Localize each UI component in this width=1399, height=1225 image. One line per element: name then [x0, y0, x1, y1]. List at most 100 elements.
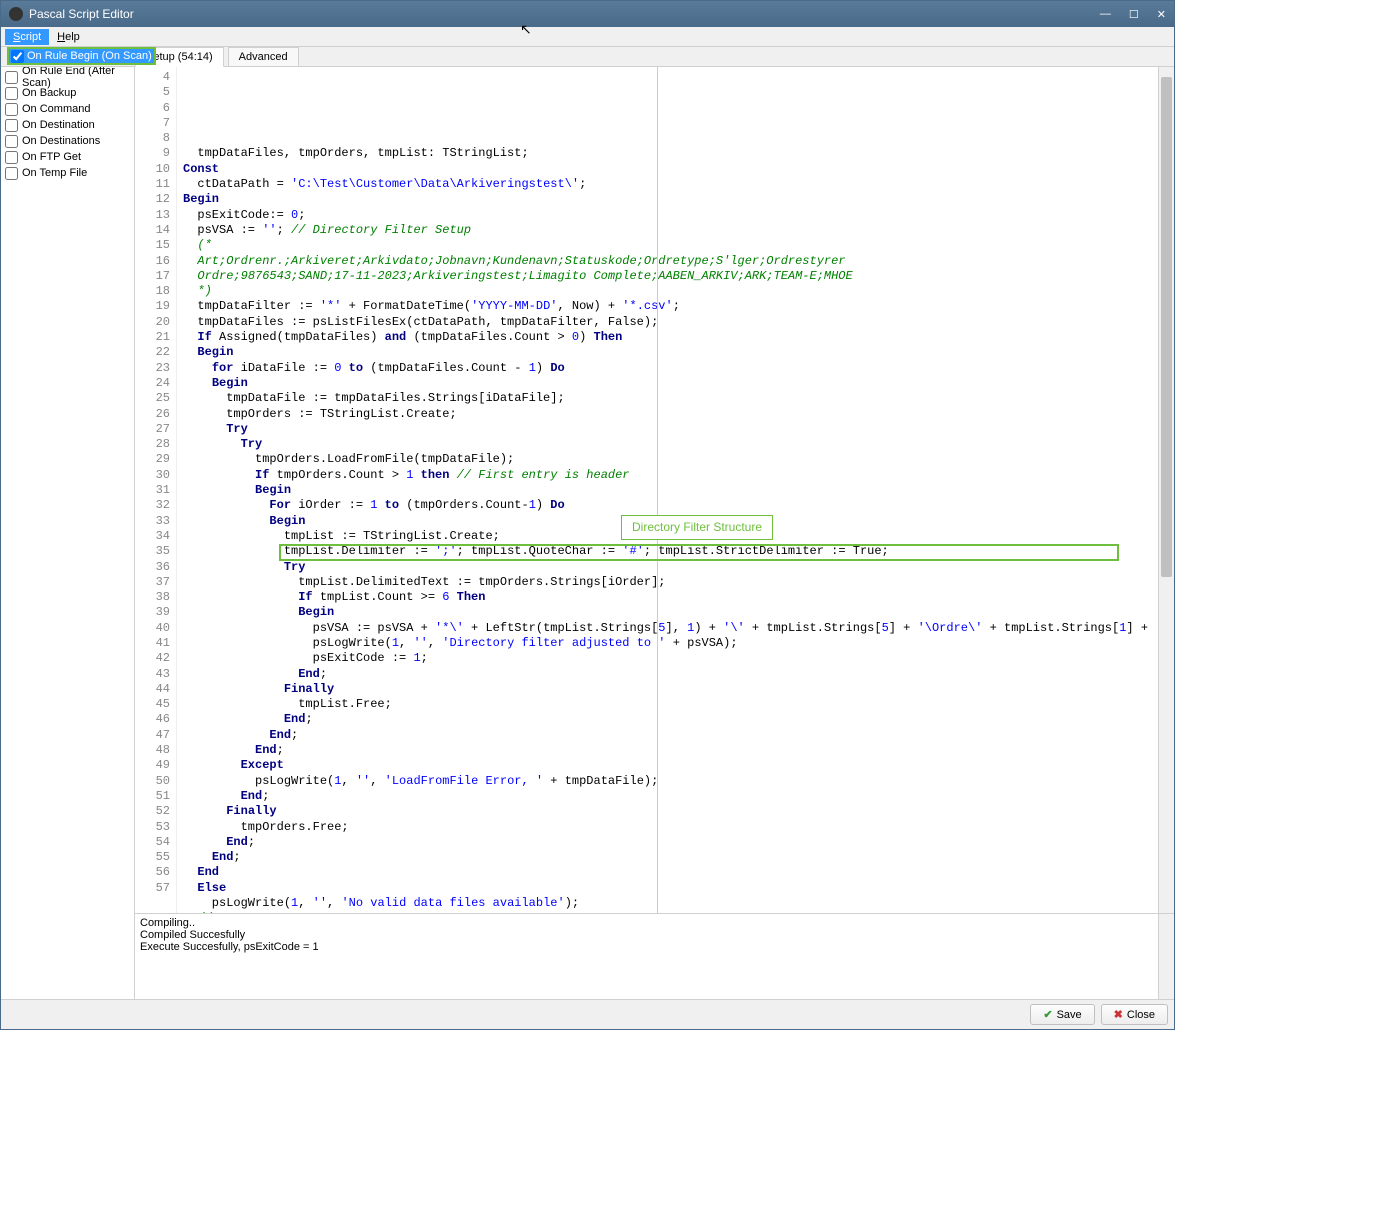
sidebar-item-label: On Destination [22, 119, 95, 131]
code-line[interactable]: If Assigned(tmpDataFiles) and (tmpDataFi… [183, 330, 1158, 345]
sidebar-checkbox[interactable] [5, 167, 18, 180]
tab-advanced[interactable]: Advanced [228, 47, 299, 66]
code-line[interactable]: for iDataFile := 0 to (tmpDataFiles.Coun… [183, 361, 1158, 376]
tab-bar: On Rule Begin (On Scan) Setup (54:14) Ad… [1, 47, 1174, 67]
app-icon [9, 7, 23, 21]
close-icon: ✖ [1114, 1008, 1123, 1021]
code-line[interactable]: For iOrder := 1 to (tmpOrders.Count-1) D… [183, 498, 1158, 513]
menu-help[interactable]: Help [49, 29, 88, 45]
code-line[interactable]: Try [183, 560, 1158, 575]
sidebar-item-label: On Temp File [22, 167, 87, 179]
code-line[interactable]: If tmpOrders.Count > 1 then // First ent… [183, 468, 1158, 483]
callout-directory-filter: Directory Filter Structure [621, 515, 773, 540]
code-line[interactable]: psLogWrite(1, '', 'No valid data files a… [183, 896, 1158, 911]
tab-on-rule-begin-checkbox[interactable] [11, 50, 24, 63]
sidebar-item[interactable]: On Rule End (After Scan) [5, 69, 130, 85]
sidebar-checkbox[interactable] [5, 103, 18, 116]
highlighted-line-box [279, 544, 1119, 561]
code-line[interactable]: End; [183, 850, 1158, 865]
code-line[interactable]: If tmpList.Count >= 6 Then [183, 590, 1158, 605]
menu-script[interactable]: Script [5, 29, 49, 45]
code-line[interactable]: psVSA := psVSA + '*\' + LeftStr(tmpList.… [183, 621, 1158, 636]
code-line[interactable]: tmpOrders := TStringList.Create; [183, 407, 1158, 422]
code-line[interactable]: psLogWrite(1, '', 'Directory filter adju… [183, 636, 1158, 651]
titlebar[interactable]: Pascal Script Editor — ☐ ✕ ↖ [1, 1, 1174, 27]
code-line[interactable]: Begin [183, 376, 1158, 391]
code-line[interactable]: (* [183, 238, 1158, 253]
tab-on-rule-begin-label: On Rule Begin (On Scan) [27, 50, 152, 62]
code-line[interactable]: Except [183, 758, 1158, 773]
footer: ✔Save ✖Close [1, 999, 1174, 1029]
sidebar: On Rule End (After Scan)On BackupOn Comm… [1, 67, 135, 999]
code-line[interactable]: psExitCode:= 0; [183, 208, 1158, 223]
sidebar-item[interactable]: On Destinations [5, 133, 130, 149]
sidebar-checkbox[interactable] [5, 135, 18, 148]
code-line[interactable]: Finally [183, 682, 1158, 697]
app-window: Pascal Script Editor — ☐ ✕ ↖ Script Help… [0, 0, 1175, 1030]
code-editor[interactable]: 4567891011121314151617181920212223242526… [135, 67, 1174, 913]
console-line: Execute Succesfully, psExitCode = 1 [140, 941, 1169, 953]
output-console[interactable]: Compiling.. Compiled Succesfully Execute… [135, 913, 1174, 999]
console-scrollbar[interactable] [1158, 914, 1174, 999]
code-line[interactable]: Art;Ordrenr.;Arkiveret;Arkivdato;Jobnavn… [183, 254, 1158, 269]
window-title: Pascal Script Editor [29, 7, 1100, 21]
code-line[interactable]: tmpDataFiles, tmpOrders, tmpList: TStrin… [183, 146, 1158, 161]
code-line[interactable]: ctDataPath = 'C:\Test\Customer\Data\Arki… [183, 177, 1158, 192]
scrollbar-thumb[interactable] [1161, 77, 1172, 577]
sidebar-item-label: On Destinations [22, 135, 100, 147]
line-gutter: 4567891011121314151617181920212223242526… [135, 67, 177, 913]
code-line[interactable]: End; [183, 728, 1158, 743]
print-margin [657, 67, 658, 913]
code-line[interactable]: Ordre;9876543;SAND;17-11-2023;Arkivering… [183, 269, 1158, 284]
sidebar-item-label: On Command [22, 103, 90, 115]
sidebar-item[interactable]: On FTP Get [5, 149, 130, 165]
maximize-button[interactable]: ☐ [1129, 8, 1139, 21]
sidebar-checkbox[interactable] [5, 119, 18, 132]
console-line: Compiling.. [140, 917, 1169, 929]
code-line[interactable]: End; [183, 667, 1158, 682]
sidebar-item[interactable]: On Temp File [5, 165, 130, 181]
close-window-button[interactable]: ✕ [1157, 8, 1166, 21]
menubar: Script Help [1, 27, 1174, 47]
code-line[interactable]: Begin [183, 483, 1158, 498]
code-line[interactable]: End; [183, 789, 1158, 804]
code-line[interactable]: Try [183, 422, 1158, 437]
code-line[interactable]: *) [183, 284, 1158, 299]
sidebar-item-label: On Rule End (After Scan) [22, 65, 130, 89]
check-icon: ✔ [1043, 1008, 1052, 1021]
code-line[interactable]: tmpDataFile := tmpDataFiles.Strings[iDat… [183, 391, 1158, 406]
code-line[interactable]: Const [183, 162, 1158, 177]
code-line[interactable]: tmpDataFiles := psListFilesEx(ctDataPath… [183, 315, 1158, 330]
code-line[interactable]: Finally [183, 804, 1158, 819]
code-line[interactable]: tmpList.Free; [183, 697, 1158, 712]
close-button[interactable]: ✖Close [1101, 1004, 1168, 1025]
save-button[interactable]: ✔Save [1030, 1004, 1094, 1025]
code-line[interactable]: psExitCode := 1; [183, 651, 1158, 666]
code-line[interactable]: Else [183, 881, 1158, 896]
console-line: Compiled Succesfully [140, 929, 1169, 941]
code-line[interactable]: tmpDataFilter := '*' + FormatDateTime('Y… [183, 299, 1158, 314]
code-line[interactable]: End [183, 865, 1158, 880]
sidebar-checkbox[interactable] [5, 71, 18, 84]
code-line[interactable]: psVSA := ''; // Directory Filter Setup [183, 223, 1158, 238]
sidebar-checkbox[interactable] [5, 87, 18, 100]
sidebar-checkbox[interactable] [5, 151, 18, 164]
tab-on-rule-begin[interactable]: On Rule Begin (On Scan) [7, 47, 156, 65]
code-line[interactable]: Begin [183, 192, 1158, 207]
code-line[interactable]: tmpOrders.LoadFromFile(tmpDataFile); [183, 452, 1158, 467]
sidebar-item[interactable]: On Destination [5, 117, 130, 133]
code-line[interactable]: End; [183, 835, 1158, 850]
vertical-scrollbar[interactable] [1158, 67, 1174, 913]
code-area[interactable]: Directory Filter Structure tmpDataFiles,… [177, 67, 1158, 913]
code-line[interactable]: tmpOrders.Free; [183, 820, 1158, 835]
sidebar-item-label: On Backup [22, 87, 76, 99]
code-line[interactable]: psLogWrite(1, '', 'LoadFromFile Error, '… [183, 774, 1158, 789]
code-line[interactable]: Begin [183, 605, 1158, 620]
code-line[interactable]: tmpList.DelimitedText := tmpOrders.Strin… [183, 575, 1158, 590]
code-line[interactable]: End; [183, 743, 1158, 758]
code-line[interactable]: End; [183, 712, 1158, 727]
minimize-button[interactable]: — [1100, 8, 1111, 21]
code-line[interactable]: Begin [183, 345, 1158, 360]
sidebar-item[interactable]: On Command [5, 101, 130, 117]
code-line[interactable]: Try [183, 437, 1158, 452]
